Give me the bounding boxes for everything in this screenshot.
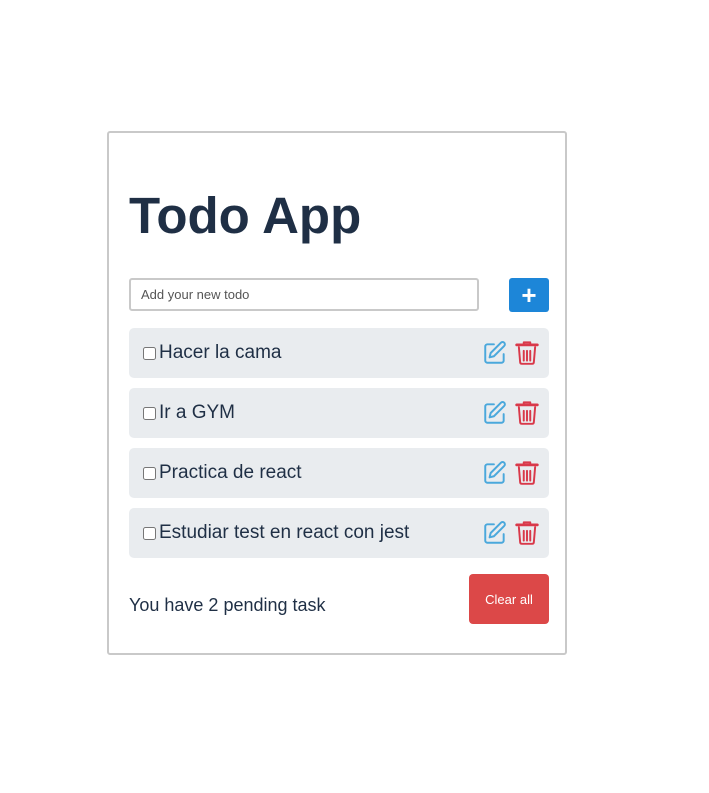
clear-all-button[interactable]: Clear all <box>469 574 549 624</box>
pending-prefix: You have <box>129 595 209 615</box>
delete-todo-button[interactable] <box>514 340 540 366</box>
new-todo-input[interactable] <box>129 278 479 311</box>
edit-icon <box>484 521 506 544</box>
todo-checkbox[interactable] <box>143 406 156 420</box>
delete-todo-button[interactable] <box>514 400 540 426</box>
todo-text: Practica de react <box>159 462 302 483</box>
todo-checkbox[interactable] <box>143 346 156 360</box>
todo-text: Hacer la cama <box>159 342 282 363</box>
trash-icon <box>515 521 539 545</box>
pending-count: 2 <box>208 595 219 615</box>
edit-todo-button[interactable] <box>482 400 508 426</box>
delete-todo-button[interactable] <box>514 460 540 486</box>
todo-item: Practica de react <box>129 448 549 498</box>
pending-count-text: You have 2 pending task <box>129 595 326 616</box>
pending-suffix: pending task <box>218 595 326 615</box>
todo-checkbox[interactable] <box>143 466 156 480</box>
edit-icon <box>484 461 506 484</box>
edit-todo-button[interactable] <box>482 520 508 546</box>
trash-icon <box>515 461 539 485</box>
todo-item: Estudiar test en react con jest <box>129 508 549 558</box>
edit-icon <box>484 401 506 424</box>
delete-todo-button[interactable] <box>514 520 540 546</box>
trash-icon <box>515 341 539 365</box>
add-todo-button[interactable]: + <box>509 278 549 312</box>
trash-icon <box>515 401 539 425</box>
todo-text: Estudiar test en react con jest <box>159 522 410 543</box>
edit-icon <box>484 341 506 364</box>
todo-checkbox[interactable] <box>143 526 156 540</box>
todo-list: Hacer la cama Ir a GYM Practica de react… <box>129 328 549 568</box>
todo-item: Ir a GYM <box>129 388 549 438</box>
todo-text: Ir a GYM <box>159 402 236 423</box>
todo-item: Hacer la cama <box>129 328 549 378</box>
edit-todo-button[interactable] <box>482 340 508 366</box>
edit-todo-button[interactable] <box>482 460 508 486</box>
app-title: Todo App <box>129 187 362 244</box>
todo-card: Todo App + Hacer la cama <box>107 131 567 655</box>
